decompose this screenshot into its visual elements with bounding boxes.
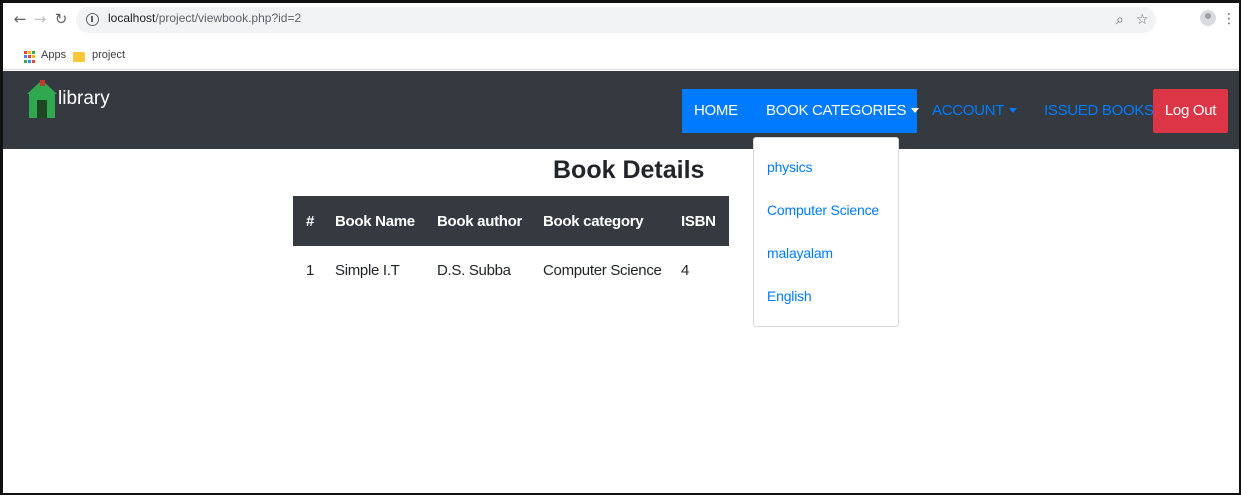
forward-icon[interactable]: → xyxy=(30,9,50,29)
nav-issued-books[interactable]: ISSUED BOOKS xyxy=(1032,89,1166,133)
dropdown-item-english[interactable]: English xyxy=(767,288,812,304)
caret-down-icon xyxy=(911,108,920,113)
folder-icon[interactable] xyxy=(73,52,85,62)
cell-book-category: Computer Science xyxy=(543,262,662,279)
page-title: Book Details xyxy=(553,156,705,184)
info-icon[interactable] xyxy=(86,13,99,26)
nav-book-categories[interactable]: BOOK CATEGORIES xyxy=(754,89,920,133)
cell-number: 1 xyxy=(306,262,315,279)
address-bar[interactable]: localhost/project/viewbook.php?id=2 ⌕ ☆ xyxy=(76,7,1156,33)
brand-name[interactable]: library xyxy=(58,88,110,110)
site-navbar: library HOME BOOK CATEGORIES ACCOUNT ISS… xyxy=(3,71,1239,149)
table-header-number: # xyxy=(306,213,315,230)
table-header-book-author: Book author xyxy=(437,213,523,230)
reload-icon[interactable]: ↻ xyxy=(51,9,71,29)
browser-toolbar: ← → ↻ localhost/project/viewbook.php?id=… xyxy=(0,0,1241,44)
profile-avatar-icon[interactable] xyxy=(1200,10,1216,26)
dropdown-item-malayalam[interactable]: malayalam xyxy=(767,245,833,261)
apps-icon[interactable] xyxy=(24,51,36,63)
book-categories-dropdown: physics Computer Science malayalam Engli… xyxy=(753,137,899,327)
url-host: localhost xyxy=(108,11,156,25)
cell-isbn: 4 xyxy=(681,262,690,279)
cell-book-name: Simple I.T xyxy=(335,262,400,279)
back-icon[interactable]: ← xyxy=(10,9,30,29)
star-icon[interactable]: ☆ xyxy=(1136,10,1149,30)
nav-account[interactable]: ACCOUNT xyxy=(920,89,1029,133)
nav-home[interactable]: HOME xyxy=(682,89,754,133)
dropdown-item-computer-science[interactable]: Computer Science xyxy=(767,202,879,218)
logout-button[interactable]: Log Out xyxy=(1153,89,1228,133)
library-logo-icon[interactable] xyxy=(25,78,59,118)
zoom-icon[interactable]: ⌕ xyxy=(1116,10,1124,30)
bookmark-project[interactable]: project xyxy=(92,49,125,61)
cell-book-author: D.S. Subba xyxy=(437,262,511,279)
bookmark-apps[interactable]: Apps xyxy=(41,49,66,61)
menu-kebab-icon[interactable]: ⋮ xyxy=(1222,9,1236,29)
url-text: localhost/project/viewbook.php?id=2 xyxy=(108,11,301,25)
url-path: /project/viewbook.php?id=2 xyxy=(155,11,302,25)
table-header-isbn: ISBN xyxy=(681,213,716,230)
table-header-book-category: Book category xyxy=(543,213,644,230)
table-header-book-name: Book Name xyxy=(335,213,415,230)
dropdown-item-physics[interactable]: physics xyxy=(767,159,812,175)
nav-book-categories-label: BOOK CATEGORIES xyxy=(766,102,907,119)
bookmarks-bar: Apps project xyxy=(0,44,1241,70)
nav-account-label: ACCOUNT xyxy=(932,102,1005,119)
caret-down-icon xyxy=(1009,108,1018,113)
